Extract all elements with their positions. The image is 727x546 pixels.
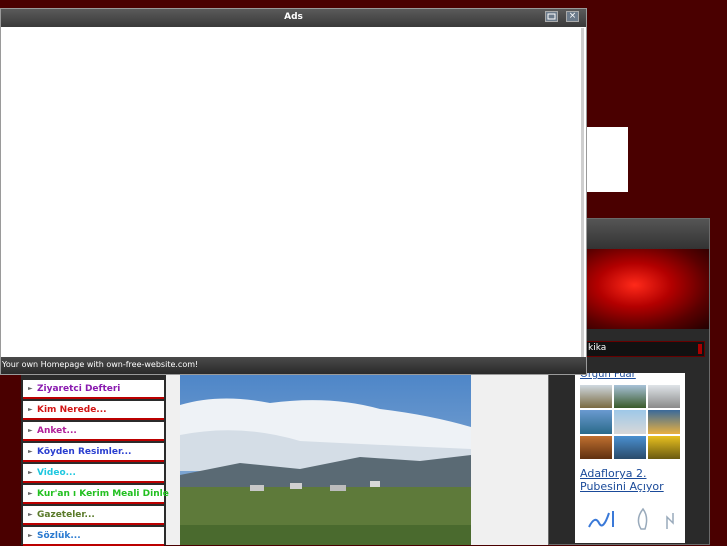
sidebar-content-box: Orgun Fuar Adaflorya 2. Pubesini Açıyor	[575, 373, 685, 543]
landscape-photo	[180, 375, 471, 545]
thumbnail[interactable]	[648, 410, 680, 434]
thumbnail[interactable]	[648, 385, 680, 409]
bullet-icon: ►	[28, 406, 33, 413]
news-link-line: Adaflorya 2.	[580, 467, 647, 480]
thumbnail[interactable]	[614, 410, 646, 434]
thumbnail[interactable]	[614, 385, 646, 409]
thumbnail[interactable]	[580, 435, 612, 459]
maximize-icon[interactable]	[545, 11, 558, 22]
red-banner-image	[585, 249, 709, 329]
partial-link[interactable]: Orgun Fuar	[580, 373, 636, 381]
nav-item-label: Ziyaretci Defteri	[37, 384, 121, 394]
nav-item-poll[interactable]: ► Anket...	[23, 422, 164, 441]
nav-item-label: Anket...	[37, 426, 77, 436]
bullet-icon: ►	[28, 385, 33, 392]
news-link[interactable]: Adaflorya 2. Pubesini Açıyor	[580, 467, 685, 493]
thumbnail[interactable]	[614, 435, 646, 459]
nav-item-dictionary[interactable]: ► Sözlük...	[23, 527, 164, 546]
nav-item-label: Kur'an ı Kerim Meali Dinle	[37, 489, 169, 499]
logo-image	[583, 501, 679, 531]
nav-item-newspapers[interactable]: ► Gazeteler...	[23, 506, 164, 525]
thumbnail[interactable]	[580, 410, 612, 434]
ads-titlebar[interactable]: Ads ×	[1, 9, 586, 27]
close-icon[interactable]: ×	[566, 11, 579, 22]
nav-item-label: Gazeteler...	[37, 510, 95, 520]
bullet-icon: ►	[28, 511, 33, 518]
bullet-icon: ►	[28, 469, 33, 476]
nav-item-who-where[interactable]: ► Kim Nerede...	[23, 401, 164, 420]
left-navigation: ► Ziyaretci Defteri ► Kim Nerede... ► An…	[21, 372, 169, 546]
nav-item-label: Kim Nerede...	[37, 405, 107, 415]
sidebar-title-bar: kika	[579, 341, 705, 357]
sidebar-bar-indicator	[698, 344, 702, 354]
sidebar-title-text: kika	[588, 343, 607, 353]
nav-item-village-photos[interactable]: ► Köyden Resimler...	[23, 443, 164, 462]
nav-item-quran[interactable]: ► Kur'an ı Kerim Meali Dinle	[23, 485, 169, 504]
nav-item-video[interactable]: ► Video...	[23, 464, 164, 483]
background-white-panel	[585, 127, 628, 192]
thumbnail[interactable]	[648, 435, 680, 459]
nav-item-label: Köyden Resimler...	[37, 447, 132, 457]
nav-item-guestbook[interactable]: ► Ziyaretci Defteri	[23, 380, 164, 399]
ads-popup-window: Ads × Your own Homepage with own-free-we…	[0, 8, 587, 375]
ads-footer-bar: Your own Homepage with own-free-website.…	[1, 357, 586, 374]
ads-footer-link[interactable]: Your own Homepage with own-free-website.…	[2, 360, 198, 369]
photo-thumbnail-grid[interactable]	[580, 385, 680, 459]
ads-window-title: Ads	[284, 12, 303, 22]
bullet-icon: ►	[28, 532, 33, 539]
bullet-icon: ►	[28, 448, 33, 455]
ads-content-frame[interactable]	[1, 28, 584, 357]
logo-icon	[588, 507, 674, 530]
bullet-icon: ►	[28, 490, 33, 497]
bullet-icon: ►	[28, 427, 33, 434]
nav-item-label: Video...	[37, 468, 76, 478]
thumbnail[interactable]	[580, 385, 612, 409]
news-link-line: Pubesini Açıyor	[580, 480, 664, 493]
nav-item-label: Sözlük...	[37, 531, 81, 541]
